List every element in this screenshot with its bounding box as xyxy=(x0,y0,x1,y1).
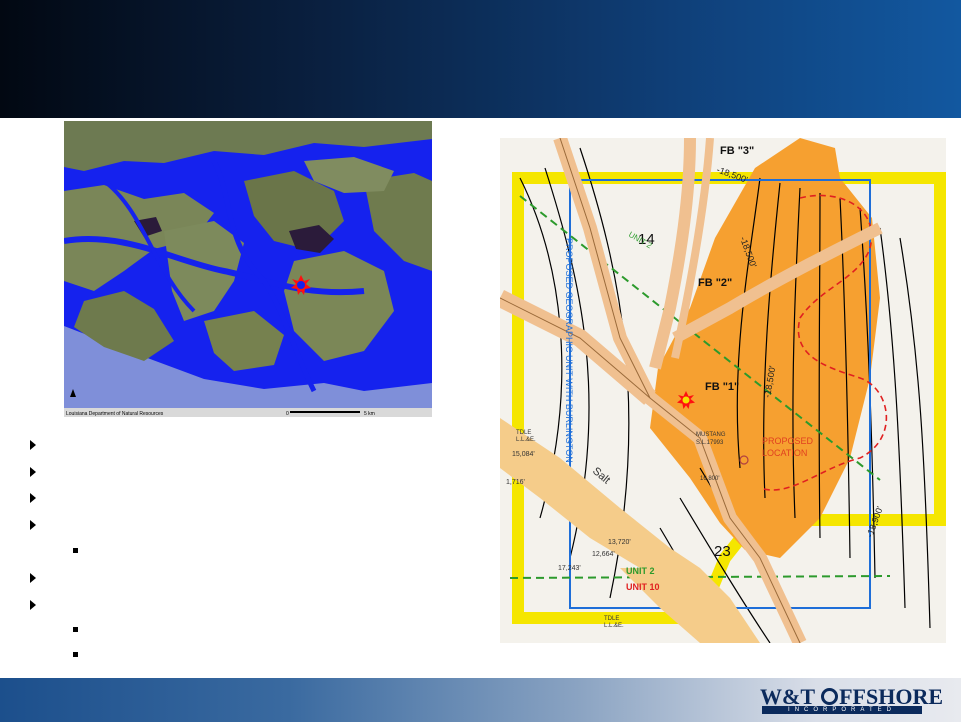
sub-bullet-square-icon xyxy=(73,652,78,657)
sub-bullet-square-icon xyxy=(73,627,78,632)
bullet-arrow-icon xyxy=(30,573,36,583)
depth-label-5: 17,243' xyxy=(558,565,581,572)
scale-start-label: 0 xyxy=(286,411,289,417)
bullet-arrow-icon xyxy=(30,440,36,450)
depth-label-2: 12,664' xyxy=(592,551,615,558)
satellite-map: Louisiana Department of Natural Resource… xyxy=(64,121,432,417)
sub-bullet-square-icon xyxy=(73,548,78,553)
mustang-lease-label: S.L.17993 xyxy=(696,440,724,446)
well-label-1: TDLE xyxy=(516,430,531,436)
depth-label-4: 1,716' xyxy=(506,479,525,486)
bullet-arrow-icon xyxy=(30,493,36,503)
depth-label-6: 16,800' xyxy=(700,476,720,482)
geologic-structure-map: FB "3" FB "2" FB "1" 14 23 UNIT 2 UNIT 2… xyxy=(500,138,946,643)
proposed-location-label-2: LOCATION xyxy=(762,448,807,458)
company-logo: W&T FFSHORE INCORPORATED xyxy=(756,684,943,716)
well-label-2: TDLE xyxy=(604,616,619,622)
proposed-unit-label: PROPOSED GEOGRAPHIC UNIT WITH BURLINGTON xyxy=(564,238,574,463)
block-23-label: 23 xyxy=(714,543,731,560)
bullet-arrow-icon xyxy=(30,520,36,530)
lease-label-2: L.L.&E. xyxy=(604,623,624,629)
proposed-location-label: PROPOSED xyxy=(762,436,814,446)
fault-block-1-label: FB "1" xyxy=(705,381,739,393)
logo-o-ring-icon xyxy=(821,688,839,705)
logo-tagline: INCORPORATED xyxy=(762,706,922,714)
unit-2-label: UNIT 2 xyxy=(626,566,655,576)
lease-label-1: L.L.&E. xyxy=(516,437,536,443)
title-band xyxy=(0,0,961,118)
fault-block-2-label: FB "2" xyxy=(698,277,732,289)
bullet-arrow-icon xyxy=(30,600,36,610)
bullet-arrow-icon xyxy=(30,467,36,477)
scale-end-label: 5 km xyxy=(364,411,375,417)
unit-10-label: UNIT 10 xyxy=(626,582,660,592)
fault-block-3-label: FB "3" xyxy=(720,145,754,157)
depth-label-1: 13,720' xyxy=(608,539,631,546)
mustang-well-label: MUSTANG xyxy=(696,432,726,438)
map-source-credit: Louisiana Department of Natural Resource… xyxy=(66,411,164,417)
depth-label-3: 15,084' xyxy=(512,451,535,458)
